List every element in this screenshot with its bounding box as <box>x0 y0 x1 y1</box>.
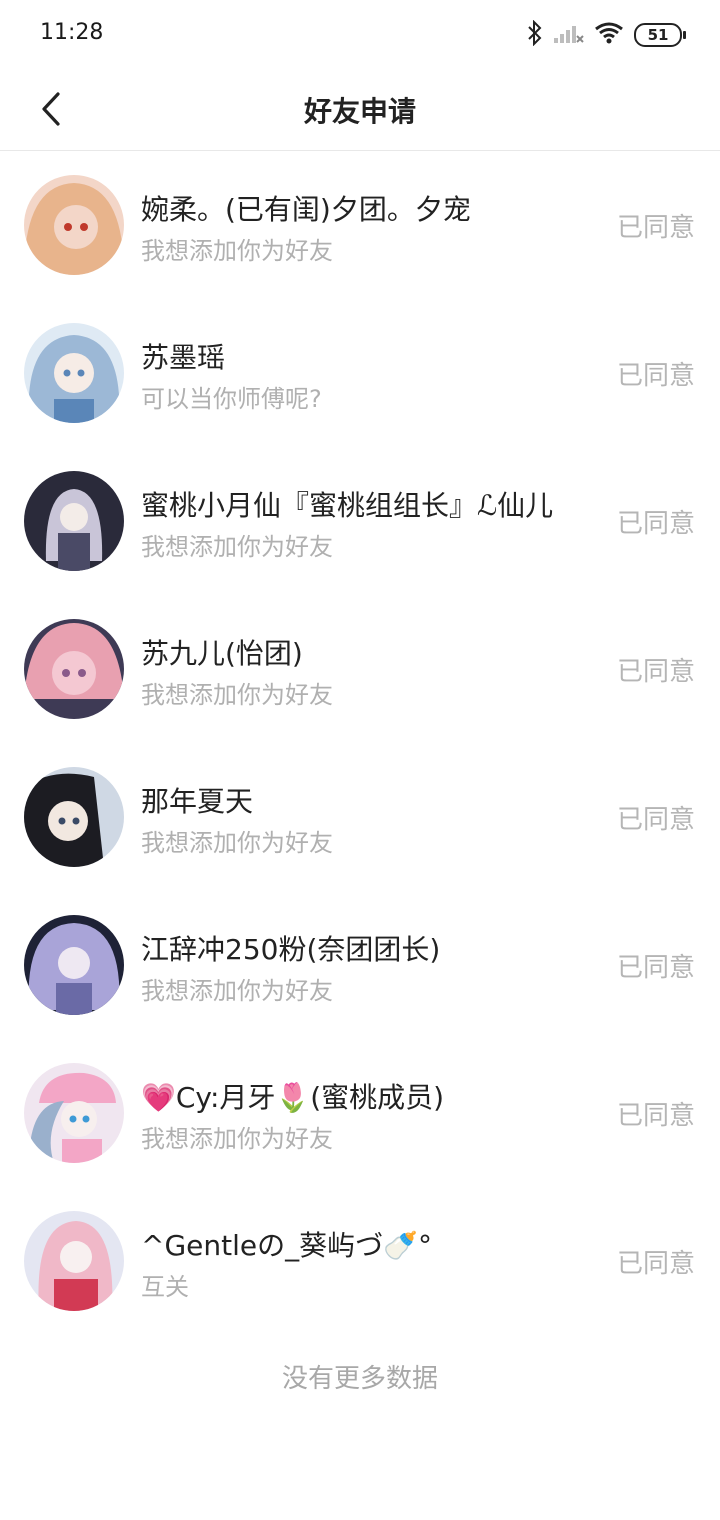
page-title: 好友申请 <box>303 95 416 128</box>
avatar[interactable] <box>24 1211 124 1311</box>
avatar[interactable] <box>24 767 124 867</box>
request-status: 已同意 <box>616 805 695 835</box>
nav-bar: 好友申请 <box>0 70 720 151</box>
status-icons: 51 <box>526 19 686 50</box>
friend-request-row[interactable]: 苏墨瑶 可以当你师傅呢? 已同意 <box>0 299 720 447</box>
requester-name: 那年夏天 <box>141 785 254 818</box>
requester-name: 💗Cy:月牙🌷(蜜桃成员) <box>141 1081 445 1114</box>
friend-request-row[interactable]: 💗Cy:月牙🌷(蜜桃成员) 我想添加你为好友 已同意 <box>0 1039 720 1187</box>
requester-name: 婉柔。(已有闺)夕团。夕宠 <box>141 193 471 226</box>
request-status: 已同意 <box>616 1249 695 1279</box>
requester-name: 蜜桃小月仙『蜜桃组组长』ℒ仙儿 <box>141 489 554 522</box>
friend-request-row[interactable]: ^Gentleの_葵屿づ🍼° 互关 已同意 <box>0 1187 720 1335</box>
request-status: 已同意 <box>616 657 695 687</box>
avatar[interactable] <box>24 915 124 1015</box>
request-message: 我想添加你为好友 <box>141 829 333 857</box>
signal-icon <box>554 21 584 49</box>
requester-name: 江辞冲250粉(奈团团长) <box>141 933 441 966</box>
avatar[interactable] <box>24 471 124 571</box>
friend-request-list: 婉柔。(已有闺)夕团。夕宠 我想添加你为好友 已同意 苏墨瑶 可以当你师傅呢? … <box>0 151 720 1335</box>
friend-request-row[interactable]: 江辞冲250粉(奈团团长) 我想添加你为好友 已同意 <box>0 891 720 1039</box>
friend-request-row[interactable]: 婉柔。(已有闺)夕团。夕宠 我想添加你为好友 已同意 <box>0 151 720 299</box>
request-message: 互关 <box>141 1273 189 1301</box>
request-status: 已同意 <box>616 1101 695 1131</box>
friend-request-row[interactable]: 苏九儿(怡团) 我想添加你为好友 已同意 <box>0 595 720 743</box>
avatar[interactable] <box>24 619 124 719</box>
status-time: 11:28 <box>40 20 104 45</box>
request-message: 我想添加你为好友 <box>141 237 333 265</box>
request-message: 可以当你师傅呢? <box>141 385 322 413</box>
request-message: 我想添加你为好友 <box>141 681 333 709</box>
request-status: 已同意 <box>616 953 695 983</box>
friend-request-row[interactable]: 那年夏天 我想添加你为好友 已同意 <box>0 743 720 891</box>
requester-name: 苏墨瑶 <box>141 341 226 374</box>
request-status: 已同意 <box>616 509 695 539</box>
request-message: 我想添加你为好友 <box>141 533 333 561</box>
friend-request-row[interactable]: 蜜桃小月仙『蜜桃组组长』ℒ仙儿 我想添加你为好友 已同意 <box>0 447 720 595</box>
requester-name: ^Gentleの_葵屿づ🍼° <box>141 1229 432 1262</box>
no-more-data-text: 没有更多数据 <box>281 1364 438 1394</box>
avatar[interactable] <box>24 323 124 423</box>
status-bar: 11:28 51 <box>0 0 720 70</box>
battery-icon: 51 <box>634 23 686 47</box>
wifi-icon <box>594 21 624 49</box>
avatar[interactable] <box>24 175 124 275</box>
request-message: 我想添加你为好友 <box>141 977 333 1005</box>
request-message: 我想添加你为好友 <box>141 1125 333 1153</box>
bluetooth-icon <box>526 19 544 50</box>
avatar[interactable] <box>24 1063 124 1163</box>
requester-name: 苏九儿(怡团) <box>141 637 303 670</box>
request-status: 已同意 <box>616 361 695 391</box>
request-status: 已同意 <box>616 213 695 243</box>
